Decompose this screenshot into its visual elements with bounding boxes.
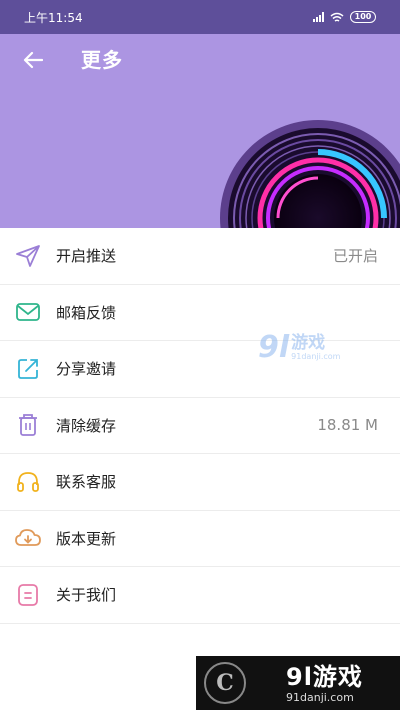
neon-disc-illustration — [220, 120, 400, 228]
menu-item-label: 关于我们 — [56, 586, 117, 605]
menu-item-version-update[interactable]: 版本更新 — [0, 511, 400, 567]
arrow-left-icon — [23, 51, 43, 69]
menu-item-about-us[interactable]: 关于我们 — [0, 567, 400, 624]
battery-indicator: 100 — [350, 11, 376, 23]
back-button[interactable] — [16, 46, 50, 74]
headphones-icon — [14, 468, 42, 496]
cloud-download-icon — [14, 524, 42, 552]
paper-plane-icon — [14, 242, 42, 270]
share-icon — [14, 355, 42, 383]
menu-item-label: 邮箱反馈 — [56, 303, 117, 322]
menu-item-label: 清除缓存 — [56, 416, 117, 435]
watermark-brand: 9l游戏 — [286, 662, 363, 691]
watermark-brand-url: 91danji.com — [286, 690, 354, 704]
info-card-icon — [14, 581, 42, 609]
wifi-icon — [330, 12, 344, 22]
menu-item-clear-cache[interactable]: 清除缓存 18.81 M — [0, 398, 400, 454]
menu-item-label: 分享邀请 — [56, 360, 117, 379]
watermark-url: 91danji.com — [291, 351, 341, 361]
watermark-middle: 9l 游戏 91danji.com — [258, 330, 340, 365]
watermark-banner: C 9l游戏 91danji.com — [196, 656, 400, 710]
menu-item-customer-service[interactable]: 联系客服 — [0, 454, 400, 511]
menu-item-label: 联系客服 — [56, 473, 117, 492]
trash-icon — [14, 411, 42, 439]
watermark-logo: C — [204, 662, 246, 704]
push-status-value: 已开启 — [332, 247, 378, 266]
status-time: 上午11:54 — [24, 10, 83, 25]
page-title: 更多 — [81, 48, 123, 72]
cache-size-value: 18.81 M — [317, 416, 378, 435]
menu-item-push[interactable]: 开启推送 已开启 — [0, 228, 400, 285]
mail-icon — [14, 298, 42, 326]
status-indicators: 100 — [313, 11, 376, 23]
page-header: 更多 — [0, 34, 400, 228]
settings-menu: 开启推送 已开启 邮箱反馈 分享邀请 清除缓存 18.81 M 联系客服 版本更… — [0, 228, 400, 624]
menu-item-label: 版本更新 — [56, 529, 117, 548]
status-bar: 上午11:54 100 — [0, 0, 400, 34]
watermark-number: 9l — [258, 330, 290, 365]
signal-icon — [313, 12, 324, 22]
menu-item-label: 开启推送 — [56, 247, 117, 266]
watermark-text: 游戏 — [291, 332, 326, 353]
